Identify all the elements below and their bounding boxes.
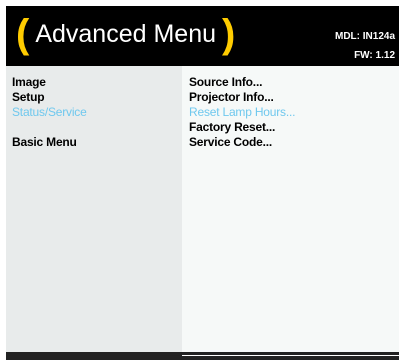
footer-divider	[182, 355, 399, 356]
submenu-item-service-code[interactable]: Service Code...	[189, 135, 272, 149]
menu-item-image[interactable]: Image	[12, 75, 46, 89]
menu-title: Advanced Menu	[35, 20, 217, 48]
menu-item-basic-menu[interactable]: Basic Menu	[12, 135, 77, 149]
footer-bar	[6, 352, 399, 360]
menu-item-status-service[interactable]: Status/Service	[12, 105, 87, 119]
menu-item-setup[interactable]: Setup	[12, 90, 45, 104]
firmware-label: FW: 1.12	[354, 50, 395, 61]
submenu-item-source-info[interactable]: Source Info...	[189, 75, 262, 89]
submenu-item-projector-info[interactable]: Projector Info...	[189, 90, 274, 104]
model-label: MDL: IN124a	[334, 31, 395, 42]
left-menu-panel: Image Setup Status/Service Basic Menu	[6, 66, 182, 352]
left-paren-decoration: (	[16, 12, 30, 56]
osd-menu: ( Advanced Menu ) MDL: IN124a FW: 1.12 I…	[6, 6, 399, 360]
right-submenu-panel: Source Info... Projector Info... Reset L…	[182, 66, 399, 352]
menu-header: ( Advanced Menu ) MDL: IN124a FW: 1.12	[6, 6, 399, 66]
right-paren-decoration: )	[222, 12, 236, 56]
submenu-item-factory-reset[interactable]: Factory Reset...	[189, 120, 275, 134]
title-group: ( Advanced Menu )	[16, 12, 235, 56]
submenu-item-reset-lamp-hours[interactable]: Reset Lamp Hours...	[189, 105, 295, 119]
